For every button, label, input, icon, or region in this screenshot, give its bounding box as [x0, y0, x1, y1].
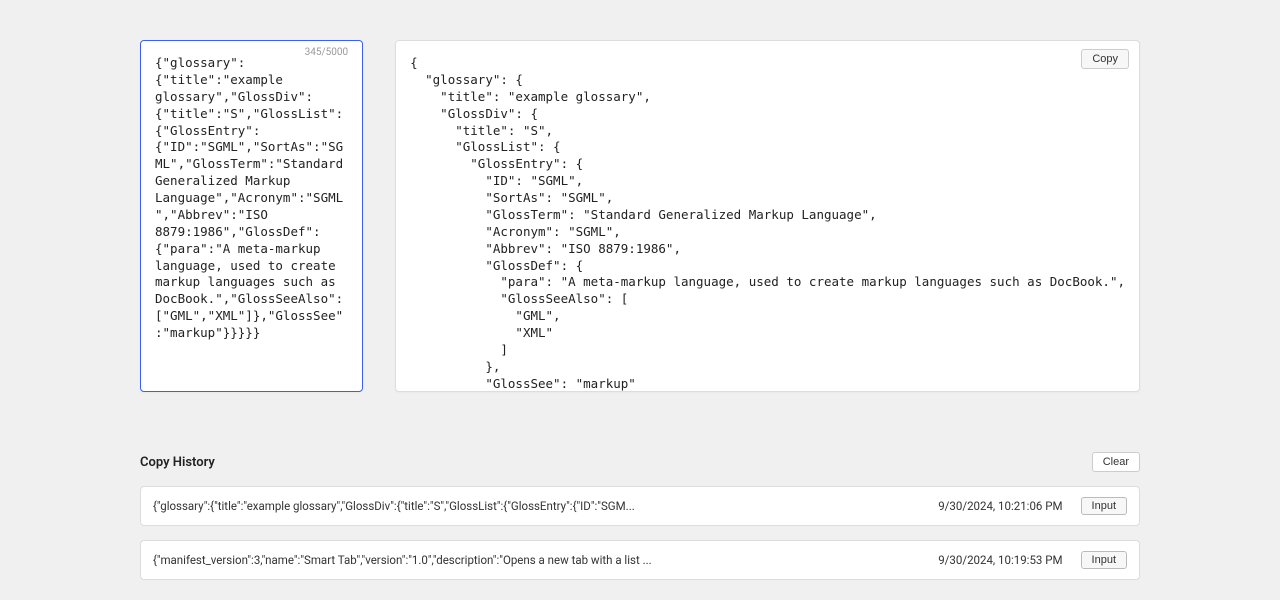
history-item: {"glossary":{"title":"example glossary",… [140, 486, 1140, 526]
clear-button[interactable]: Clear [1092, 452, 1140, 472]
history-time: 9/30/2024, 10:19:53 PM [938, 553, 1062, 567]
json-input[interactable] [141, 41, 362, 391]
json-output-panel: Copy { "glossary": { "title": "example g… [395, 40, 1140, 392]
history-input-button[interactable]: Input [1081, 497, 1127, 515]
history-time: 9/30/2024, 10:21:06 PM [938, 499, 1062, 513]
copy-button[interactable]: Copy [1081, 49, 1129, 69]
history-text: {"glossary":{"title":"example glossary",… [153, 499, 926, 513]
history-text: {"manifest_version":3,"name":"Smart Tab"… [153, 553, 926, 567]
history-input-button[interactable]: Input [1081, 551, 1127, 569]
json-input-panel: 345/5000 [140, 40, 363, 392]
json-output: { "glossary": { "title": "example glossa… [396, 41, 1139, 391]
history-item: {"manifest_version":3,"name":"Smart Tab"… [140, 540, 1140, 580]
history-title: Copy History [140, 455, 215, 470]
char-counter: 345/5000 [303, 47, 350, 58]
